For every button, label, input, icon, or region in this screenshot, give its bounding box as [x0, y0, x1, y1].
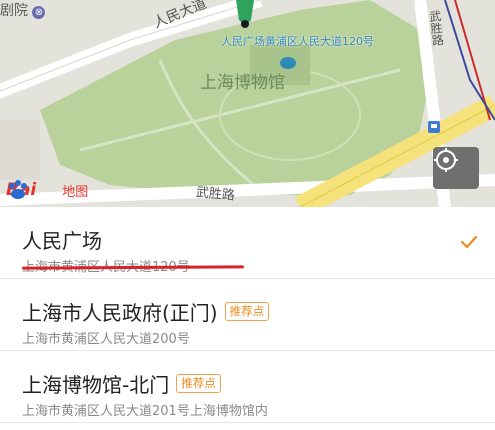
road-wusheng-right-label: 武胜路: [427, 9, 445, 47]
place-list: 人民广场 上海市黄浦区人民大道120号 上海市人民政府(正门) 推荐点 上海市黄…: [0, 207, 495, 423]
place-address-1: 上海市黄浦区人民大道200号: [22, 332, 190, 347]
theater-label: 剧院 ⊗: [0, 0, 46, 20]
place-name-1: 上海市人民政府(正门) 推荐点: [22, 297, 270, 326]
theater-icon: ⊗: [32, 6, 46, 19]
map-canvas: [0, 0, 495, 207]
locate-icon: [434, 148, 458, 172]
baidu-logo: Bai 地图: [6, 179, 88, 201]
place-name-0: 人民广场: [22, 225, 102, 254]
baidu-paw-icon: [9, 180, 27, 199]
museum-label: 上海博物馆: [200, 73, 285, 93]
theater-label-text: 剧院: [0, 3, 28, 19]
baidu-logo-text2: 地图: [62, 184, 89, 200]
place-name-1-text: 上海市人民政府(正门): [22, 301, 218, 325]
map-view[interactable]: 剧院 ⊗ 人民大道 武胜路 武胜路 上海博物馆 人民广场黄浦区人民大道120号 …: [0, 0, 495, 207]
recommended-badge: 推荐点: [176, 374, 221, 393]
marker-label: 人民广场黄浦区人民大道120号: [221, 35, 374, 48]
recommended-badge: 推荐点: [224, 302, 270, 321]
place-item-2[interactable]: 上海博物馆-北门 推荐点 上海市黄浦区人民大道201号上海博物馆内: [0, 351, 495, 423]
road-wusheng-bottom-label: 武胜路: [195, 185, 236, 204]
locate-button[interactable]: [433, 147, 479, 189]
place-address-2: 上海市黄浦区人民大道201号上海博物馆内: [22, 404, 268, 419]
place-name-2-text: 上海博物馆-北门: [22, 373, 170, 397]
check-icon: [460, 235, 478, 249]
red-underline-annotation: [21, 265, 245, 270]
place-name-2: 上海博物馆-北门 推荐点: [22, 369, 221, 398]
place-name-0-text: 人民广场: [22, 229, 102, 253]
place-item-0[interactable]: 人民广场 上海市黄浦区人民大道120号: [0, 207, 495, 279]
place-item-1[interactable]: 上海市人民政府(正门) 推荐点 上海市黄浦区人民大道200号: [0, 279, 495, 351]
